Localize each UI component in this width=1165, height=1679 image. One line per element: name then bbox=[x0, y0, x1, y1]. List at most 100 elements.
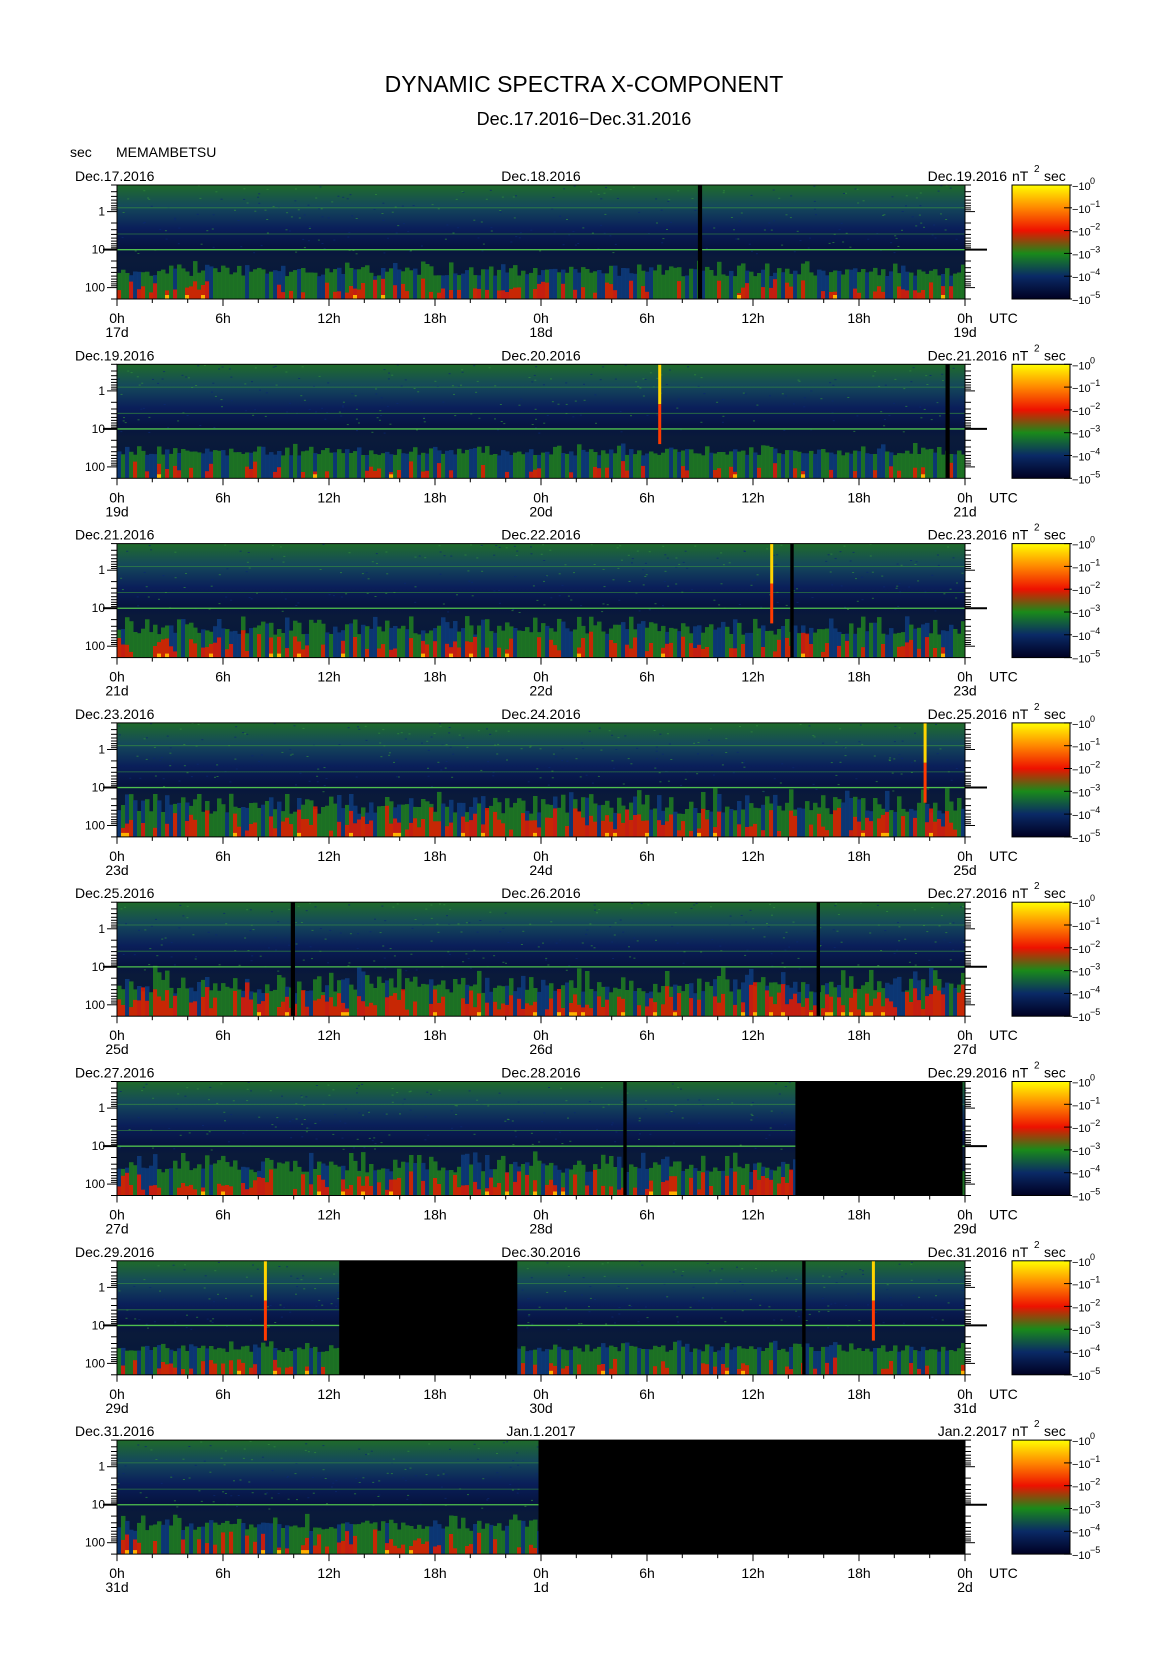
colorbar-tick-exp: −1 bbox=[1090, 557, 1100, 567]
spectrum-column-yellow bbox=[713, 832, 718, 837]
spectrum-column-green bbox=[225, 1351, 230, 1375]
spectrum-speckle bbox=[609, 926, 612, 928]
spectrum-speckle bbox=[743, 762, 746, 764]
utc-label: UTC bbox=[989, 1207, 1018, 1223]
spectrum-speckle bbox=[884, 419, 886, 420]
spectrum-speckle bbox=[564, 1291, 567, 1292]
spectrum-column-green bbox=[685, 809, 690, 837]
spectrum-speckle bbox=[883, 586, 886, 588]
spectrum-column-red bbox=[717, 1002, 722, 1017]
spectrum-column-red bbox=[205, 647, 210, 658]
spectrum-column-yellow bbox=[669, 1191, 674, 1196]
spectrum-speckle bbox=[831, 400, 834, 402]
spectrum-speckle bbox=[152, 378, 154, 380]
spectrum-column-green bbox=[285, 1161, 290, 1196]
spectrum-speckle bbox=[232, 1100, 235, 1102]
spectrum-speckle bbox=[642, 569, 645, 571]
spectrum-speckle bbox=[486, 728, 488, 730]
spectrum-speckle bbox=[745, 921, 748, 923]
spectrum-speckle bbox=[382, 202, 385, 204]
spectrum-speckle bbox=[303, 247, 306, 249]
spectrum-speckle bbox=[476, 380, 479, 382]
spectrum-column-green bbox=[121, 454, 126, 479]
spectrum-column-green bbox=[181, 797, 186, 837]
spectrum-column-red bbox=[425, 644, 430, 658]
spectrum-speckle bbox=[910, 381, 913, 383]
spectrum-speckle bbox=[410, 953, 413, 955]
spectrum-speckle bbox=[492, 775, 495, 777]
data-gap bbox=[339, 1260, 518, 1375]
spectrum-column-green bbox=[593, 625, 598, 658]
spectrum-speckle bbox=[597, 193, 600, 195]
spectrum-column-green bbox=[461, 453, 466, 479]
spectrum-column-green bbox=[841, 634, 846, 658]
spectrum-speckle bbox=[164, 230, 167, 232]
spectrum-column-green bbox=[213, 268, 218, 299]
spectrum-column-red bbox=[437, 821, 442, 837]
spectrum-speckle bbox=[271, 1124, 274, 1126]
spectrum-speckle bbox=[163, 371, 166, 373]
spectrum-speckle bbox=[582, 748, 585, 750]
spectrum-speckle bbox=[721, 421, 724, 423]
spectrum-column-green bbox=[149, 992, 154, 1017]
spectrum-speckle bbox=[835, 1282, 838, 1284]
spectrum-column-green bbox=[665, 448, 670, 479]
spectrum-speckle bbox=[179, 904, 182, 906]
spectrum-speckle bbox=[345, 1108, 347, 1110]
colorbar-tick-exp: 0 bbox=[1090, 176, 1095, 186]
spectrum-column-green bbox=[805, 453, 810, 479]
spectrum-column-red bbox=[821, 651, 826, 658]
spectrum-column-red bbox=[613, 290, 618, 299]
spectrum-speckle bbox=[776, 576, 779, 578]
spectrum-speckle bbox=[460, 931, 463, 933]
spectrum-speckle bbox=[871, 597, 874, 599]
colorbar-unit-tail: sec bbox=[1044, 706, 1066, 722]
spectrum-column-green bbox=[933, 1349, 938, 1375]
day-label-mid: 22d bbox=[529, 683, 552, 699]
spectrum-column-red bbox=[717, 468, 722, 479]
spectrum-speckle bbox=[380, 415, 382, 416]
spectrum-column-red bbox=[337, 291, 342, 299]
spectrum-speckle bbox=[340, 572, 342, 574]
spectrum-speckle bbox=[773, 220, 776, 222]
spectrum-column-green bbox=[893, 455, 898, 479]
spectrum-column-red bbox=[397, 999, 402, 1017]
spectrum-speckle bbox=[914, 964, 917, 966]
colorbar-unit-base: nT bbox=[1012, 885, 1029, 901]
spectrum-speckle bbox=[614, 378, 617, 380]
spectrum-speckle bbox=[614, 922, 617, 924]
spectrum-speckle bbox=[753, 420, 755, 422]
spectrum-speckle bbox=[490, 227, 493, 229]
spectrum-column-green bbox=[937, 275, 942, 299]
spectrum-speckle bbox=[403, 582, 406, 584]
spectrum-speckle bbox=[667, 585, 670, 587]
spectrum-speckle bbox=[908, 961, 911, 963]
x-tick-label: 18h bbox=[847, 848, 870, 864]
spectrum-column-green bbox=[953, 1351, 958, 1375]
spectrum-speckle bbox=[245, 1276, 248, 1278]
spectrum-speckle bbox=[739, 726, 741, 727]
spectrum-column-green bbox=[177, 988, 182, 1017]
spectrum-column-green bbox=[417, 454, 422, 479]
spectrum-speckle bbox=[795, 1278, 798, 1280]
spectrum-speckle bbox=[796, 588, 798, 590]
spectrum-column-yellow bbox=[753, 1012, 758, 1017]
spectrum-speckle bbox=[397, 225, 400, 227]
spectrum-column-red bbox=[933, 985, 938, 1017]
spectrum-speckle bbox=[955, 238, 958, 240]
spectrum-speckle bbox=[291, 753, 294, 755]
spectrum-speckle bbox=[610, 1124, 613, 1126]
spectrum-speckle bbox=[347, 236, 350, 238]
spectrum-column-red bbox=[361, 283, 366, 299]
spectrum-column-yellow bbox=[613, 832, 618, 837]
spectrum-speckle bbox=[751, 1102, 754, 1103]
spectrum-speckle bbox=[710, 906, 712, 908]
spectrum-speckle bbox=[561, 1143, 564, 1145]
spectrum-speckle bbox=[431, 204, 434, 206]
spectrum-column-red bbox=[121, 1175, 126, 1196]
spectrum-speckle bbox=[783, 429, 786, 431]
spectrum-column-green bbox=[921, 1346, 926, 1375]
spectrum-speckle bbox=[522, 930, 525, 932]
spectrum-speckle bbox=[342, 406, 345, 408]
spectrum-column-green bbox=[781, 272, 786, 299]
